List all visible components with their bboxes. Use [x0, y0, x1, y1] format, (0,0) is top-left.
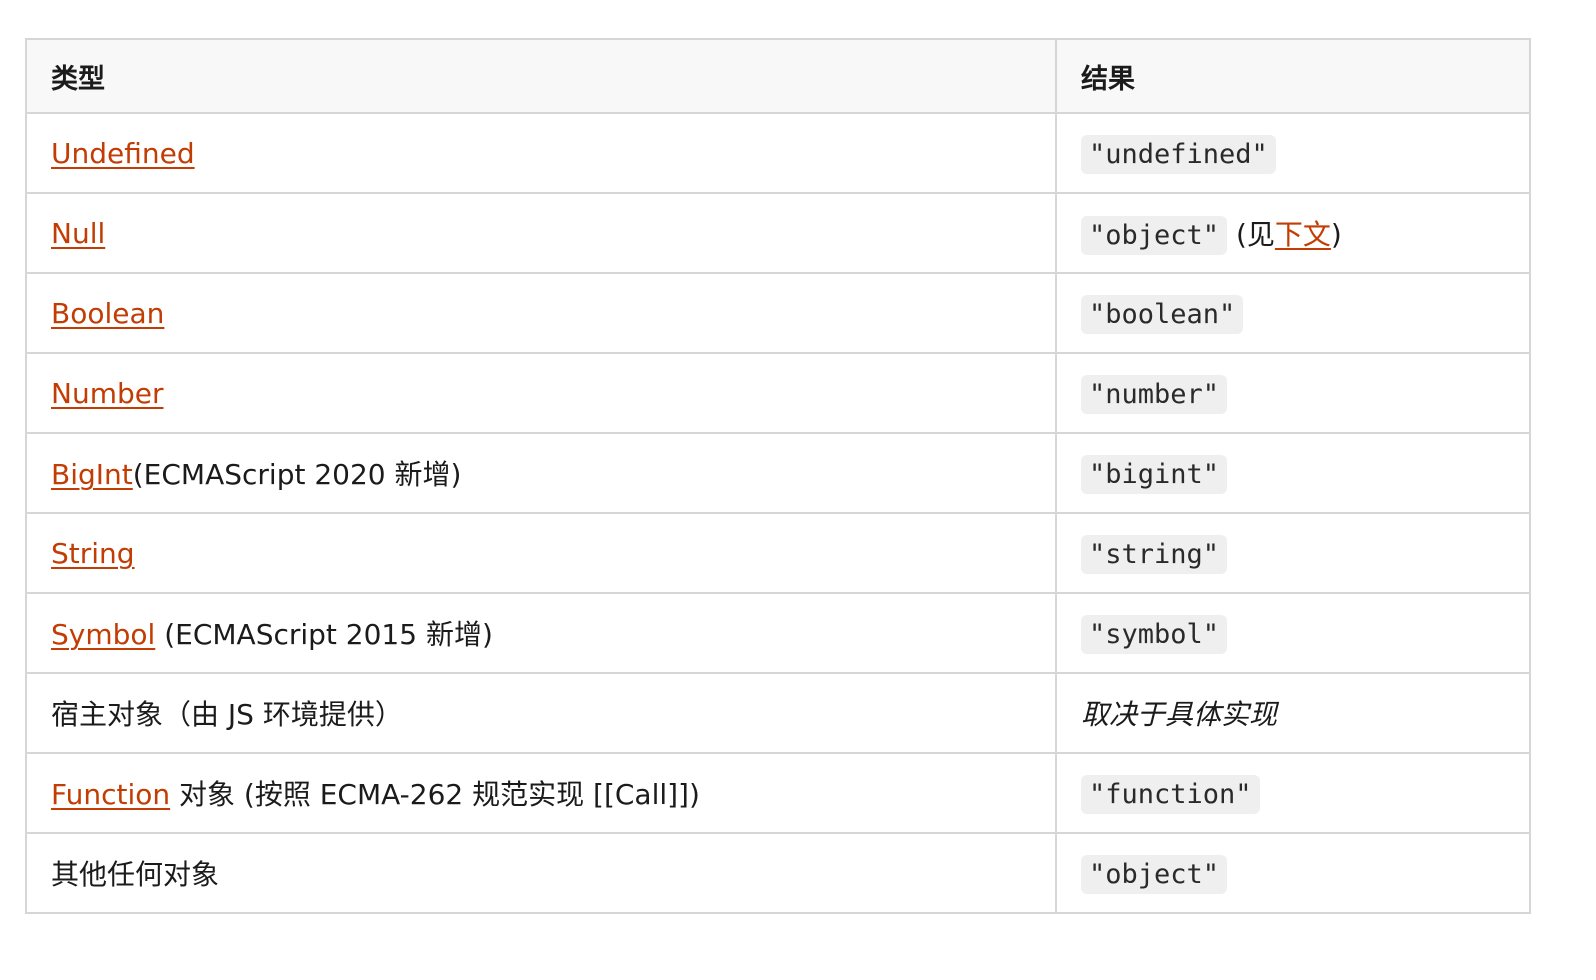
result-code: "object" — [1081, 216, 1228, 255]
table-row: Symbol (ECMAScript 2015 新增) "symbol" — [25, 592, 1531, 674]
result-code: "function" — [1081, 774, 1260, 814]
table-row: 宿主对象（由 JS 环境提供） 取决于具体实现 — [25, 672, 1531, 754]
result-code: "symbol" — [1081, 614, 1228, 654]
table-row: Undefined "undefined" — [25, 112, 1531, 194]
table-row: 其他任何对象 "object" — [25, 832, 1531, 914]
see-below-link[interactable]: 下文 — [1275, 218, 1331, 251]
table-row: Boolean "boolean" — [25, 272, 1531, 354]
table-header-row: 类型 结果 — [25, 38, 1531, 114]
bigint-link[interactable]: BigInt — [51, 458, 133, 491]
table-row: String "string" — [25, 512, 1531, 594]
typeof-results-table: 类型 结果 Undefined "undefined" Null "object… — [25, 38, 1531, 914]
header-result: 结果 — [1055, 38, 1531, 114]
result-cell: "symbol" — [1055, 592, 1531, 674]
type-cell: Function 对象 (按照 ECMA-262 规范实现 [[Call]]) — [25, 752, 1057, 834]
result-note-prefix: (见 — [1227, 218, 1275, 251]
result-code: "bigint" — [1081, 454, 1228, 494]
result-text: 取决于具体实现 — [1081, 698, 1278, 731]
result-cell: "boolean" — [1055, 272, 1531, 354]
result-cell: "object" (见下文) — [1055, 192, 1531, 274]
result-cell: "string" — [1055, 512, 1531, 594]
result-cell: "undefined" — [1055, 112, 1531, 194]
type-cell: Number — [25, 352, 1057, 434]
typeof-results-table-wrapper: 类型 结果 Undefined "undefined" Null "object… — [25, 38, 1531, 914]
type-cell: BigInt(ECMAScript 2020 新增) — [25, 432, 1057, 514]
type-cell: String — [25, 512, 1057, 594]
result-cell: "number" — [1055, 352, 1531, 434]
string-link[interactable]: String — [51, 537, 135, 570]
type-suffix: 对象 (按照 ECMA-262 规范实现 [[Call]]) — [170, 778, 700, 811]
null-link[interactable]: Null — [51, 217, 105, 250]
table-row: Null "object" (见下文) — [25, 192, 1531, 274]
result-cell: "object" — [1055, 832, 1531, 914]
type-cell: 宿主对象（由 JS 环境提供） — [25, 672, 1057, 754]
type-cell: Boolean — [25, 272, 1057, 354]
table-row: Number "number" — [25, 352, 1531, 434]
result-code: "number" — [1081, 374, 1228, 414]
result-cell: "bigint" — [1055, 432, 1531, 514]
type-cell: Undefined — [25, 112, 1057, 194]
result-code: "boolean" — [1081, 294, 1244, 334]
number-link[interactable]: Number — [51, 377, 163, 410]
function-link[interactable]: Function — [51, 778, 170, 811]
result-cell: 取决于具体实现 — [1055, 672, 1531, 754]
header-type: 类型 — [25, 38, 1057, 114]
table-row: Function 对象 (按照 ECMA-262 规范实现 [[Call]]) … — [25, 752, 1531, 834]
result-cell: "function" — [1055, 752, 1531, 834]
type-cell: Symbol (ECMAScript 2015 新增) — [25, 592, 1057, 674]
result-code: "string" — [1081, 534, 1228, 574]
type-cell: Null — [25, 192, 1057, 274]
result-code: "undefined" — [1081, 134, 1276, 174]
type-suffix: (ECMAScript 2015 新增) — [155, 618, 493, 651]
result-code: "object" — [1081, 854, 1228, 894]
result-note-suffix: ) — [1330, 218, 1342, 251]
type-suffix: (ECMAScript 2020 新增) — [132, 458, 462, 491]
table-row: BigInt(ECMAScript 2020 新增) "bigint" — [25, 432, 1531, 514]
boolean-link[interactable]: Boolean — [51, 297, 164, 330]
type-cell: 其他任何对象 — [25, 832, 1057, 914]
symbol-link[interactable]: Symbol — [51, 618, 155, 651]
undefined-link[interactable]: Undefined — [51, 137, 195, 170]
